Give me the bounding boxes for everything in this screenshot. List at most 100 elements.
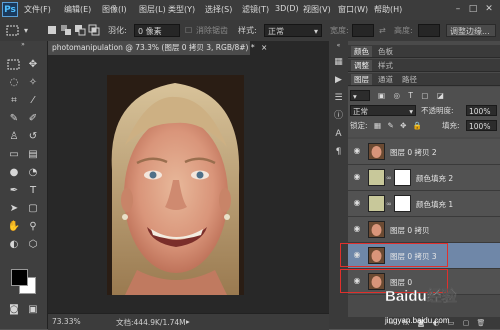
fill-input[interactable]: 100% <box>466 120 497 131</box>
refine-edge-button[interactable]: 调整边缘... <box>446 24 496 37</box>
lasso-icon[interactable]: ◌ <box>6 76 22 90</box>
layer-row[interactable]: ◉ ∞ 颜色填充 2 <box>348 165 500 191</box>
menu-filter[interactable]: 滤镜(T) <box>242 4 269 15</box>
delete-layer-icon[interactable]: 🗑 <box>476 318 486 328</box>
eraser-icon[interactable]: ▭ <box>6 148 22 162</box>
zoom-level[interactable]: 73.33% <box>52 317 81 326</box>
menu-help[interactable]: 帮助(H) <box>374 4 402 15</box>
layer-row[interactable]: ◉ 图层 0 拷贝 2 <box>348 139 500 165</box>
tab-layers[interactable]: 图层 <box>351 74 372 85</box>
layer-filter-icons[interactable]: ▣ ◎ T ▢ ◪ <box>378 90 447 101</box>
menu-select[interactable]: 选择(S) <box>205 4 232 15</box>
visibility-eye-icon[interactable]: ◉ <box>352 198 362 208</box>
history-brush-icon[interactable]: ↺ <box>25 130 41 144</box>
hand-icon[interactable]: ✋ <box>6 220 22 234</box>
menu-edit[interactable]: 编辑(E) <box>64 4 91 15</box>
layer-name[interactable]: 颜色填充 2 <box>416 173 453 184</box>
opacity-input[interactable]: 100% <box>466 105 497 116</box>
layer-name[interactable]: 图层 0 拷贝 2 <box>390 147 437 158</box>
lock-icons[interactable]: ▦ ✎ ✥ 🔒 <box>374 120 424 131</box>
feather-input[interactable]: 0 像素 <box>134 24 180 37</box>
visibility-eye-icon[interactable]: ◉ <box>352 224 362 234</box>
minimize-button[interactable]: – <box>452 4 464 15</box>
crop-icon[interactable]: ⌗ <box>6 94 22 108</box>
menu-view[interactable]: 视图(V) <box>303 4 331 15</box>
visibility-eye-icon[interactable]: ◉ <box>352 146 362 156</box>
character-panel-icon[interactable]: A <box>332 128 345 140</box>
maximize-button[interactable]: □ <box>467 4 479 15</box>
collapse-dock-icon[interactable]: « <box>332 43 345 49</box>
menu-3d[interactable]: 3D(D) <box>275 4 299 13</box>
layer-name[interactable]: 图层 0 拷贝 3 <box>390 251 437 262</box>
antialias-checkbox[interactable]: ☐ <box>185 24 192 37</box>
history-panel-icon[interactable]: ▦ <box>332 56 345 68</box>
marquee-preset-icon[interactable] <box>5 24 21 37</box>
intersect-selection-icon[interactable] <box>88 24 100 37</box>
add-selection-icon[interactable] <box>60 24 72 37</box>
tab-channels[interactable]: 通道 <box>375 74 396 85</box>
width-input[interactable] <box>352 24 374 37</box>
blur-icon[interactable]: ● <box>6 166 22 180</box>
path-select-icon[interactable]: ➤ <box>6 202 22 216</box>
tab-adjustments[interactable]: 调整 <box>351 60 372 71</box>
layer-row[interactable]: ◉ ∞ 颜色填充 1 <box>348 191 500 217</box>
blend-mode-select[interactable]: 正常 ▾ <box>350 105 416 116</box>
layer-name[interactable]: 颜色填充 1 <box>416 199 453 210</box>
rectangle-shape-icon[interactable]: ▢ <box>25 202 41 216</box>
tab-swatches[interactable]: 色板 <box>375 46 396 57</box>
canvas-image[interactable] <box>107 75 244 295</box>
brush-icon[interactable]: ✐ <box>25 112 41 126</box>
document-tab[interactable]: photomanipulation @ 73.3% (图层 0 拷贝 3, RG… <box>48 41 267 55</box>
tab-paths[interactable]: 路径 <box>399 74 420 85</box>
options-bar: ▾ 羽化: 0 像素 ☐ 消除锯齿 样式: 正常 ▾ 宽度: ⇄ 高度: 调整边… <box>0 20 500 42</box>
clone-stamp-icon[interactable]: ♙ <box>6 130 22 144</box>
style-select[interactable]: 正常 ▾ <box>264 24 322 37</box>
dropdown-arrow-icon[interactable]: ▾ <box>24 24 28 37</box>
visibility-eye-icon[interactable]: ◉ <box>352 172 362 182</box>
menu-window[interactable]: 窗口(W) <box>338 4 368 15</box>
feather-label: 羽化: <box>108 26 127 35</box>
3d-icon[interactable]: ⬡ <box>25 238 41 252</box>
tab-color[interactable]: 颜色 <box>351 46 372 57</box>
menu-image[interactable]: 图像(I) <box>102 4 127 15</box>
paragraph-panel-icon[interactable]: ¶ <box>332 146 345 158</box>
screen-mode-icon[interactable]: ▣ <box>25 303 41 317</box>
subtract-selection-icon[interactable] <box>74 24 86 37</box>
swap-icon[interactable]: ⇄ <box>379 24 386 37</box>
layer-filter-select[interactable]: ▾ <box>350 90 370 101</box>
visibility-eye-icon[interactable]: ◉ <box>352 250 362 260</box>
visibility-eye-icon[interactable]: ◉ <box>352 276 362 286</box>
eyedropper-icon[interactable]: ⁄ <box>25 94 41 108</box>
tab-styles[interactable]: 样式 <box>375 60 396 71</box>
new-selection-icon[interactable] <box>46 24 58 37</box>
zoom-icon[interactable]: ⚲ <box>25 220 41 234</box>
document-window[interactable]: photomanipulation @ 73.3% (图层 0 拷贝 3, RG… <box>48 41 329 330</box>
gradient-icon[interactable]: ▤ <box>25 148 41 162</box>
layer-thumbnail <box>368 221 385 238</box>
info-panel-icon[interactable]: ⓘ <box>332 110 345 122</box>
rotate-view-icon[interactable]: ◐ <box>6 238 22 252</box>
rect-marquee-icon[interactable] <box>6 58 22 72</box>
properties-panel-icon[interactable]: ☰ <box>332 92 345 104</box>
collapse-icon[interactable]: » <box>15 42 31 48</box>
layer-name[interactable]: 图层 0 拷贝 <box>390 225 430 236</box>
magic-wand-icon[interactable]: ✧ <box>25 76 41 90</box>
type-icon[interactable]: T <box>25 184 41 198</box>
close-button[interactable]: ✕ <box>483 4 495 15</box>
move-tool-icon[interactable]: ✥ <box>25 58 41 72</box>
pen-icon[interactable]: ✒ <box>6 184 22 198</box>
status-arrow-icon[interactable]: ▸ <box>186 317 190 326</box>
quick-mask-icon[interactable]: ◙ <box>6 303 22 317</box>
foreground-color-swatch[interactable] <box>11 269 28 286</box>
layer-row[interactable]: ◉ 图层 0 拷贝 <box>348 217 500 243</box>
menu-type[interactable]: 类型(Y) <box>168 4 195 15</box>
close-tab-icon[interactable]: × <box>261 43 267 52</box>
healing-brush-icon[interactable]: ✎ <box>6 112 22 126</box>
actions-panel-icon[interactable]: ▶ <box>332 74 345 86</box>
dodge-icon[interactable]: ◔ <box>25 166 41 180</box>
height-input[interactable] <box>418 24 440 37</box>
chevron-down-icon: ▾ <box>313 27 318 36</box>
menu-file[interactable]: 文件(F) <box>24 4 51 15</box>
menu-layer[interactable]: 图层(L) <box>139 4 166 15</box>
layer-row-selected[interactable]: ◉ 图层 0 拷贝 3 <box>340 243 500 269</box>
